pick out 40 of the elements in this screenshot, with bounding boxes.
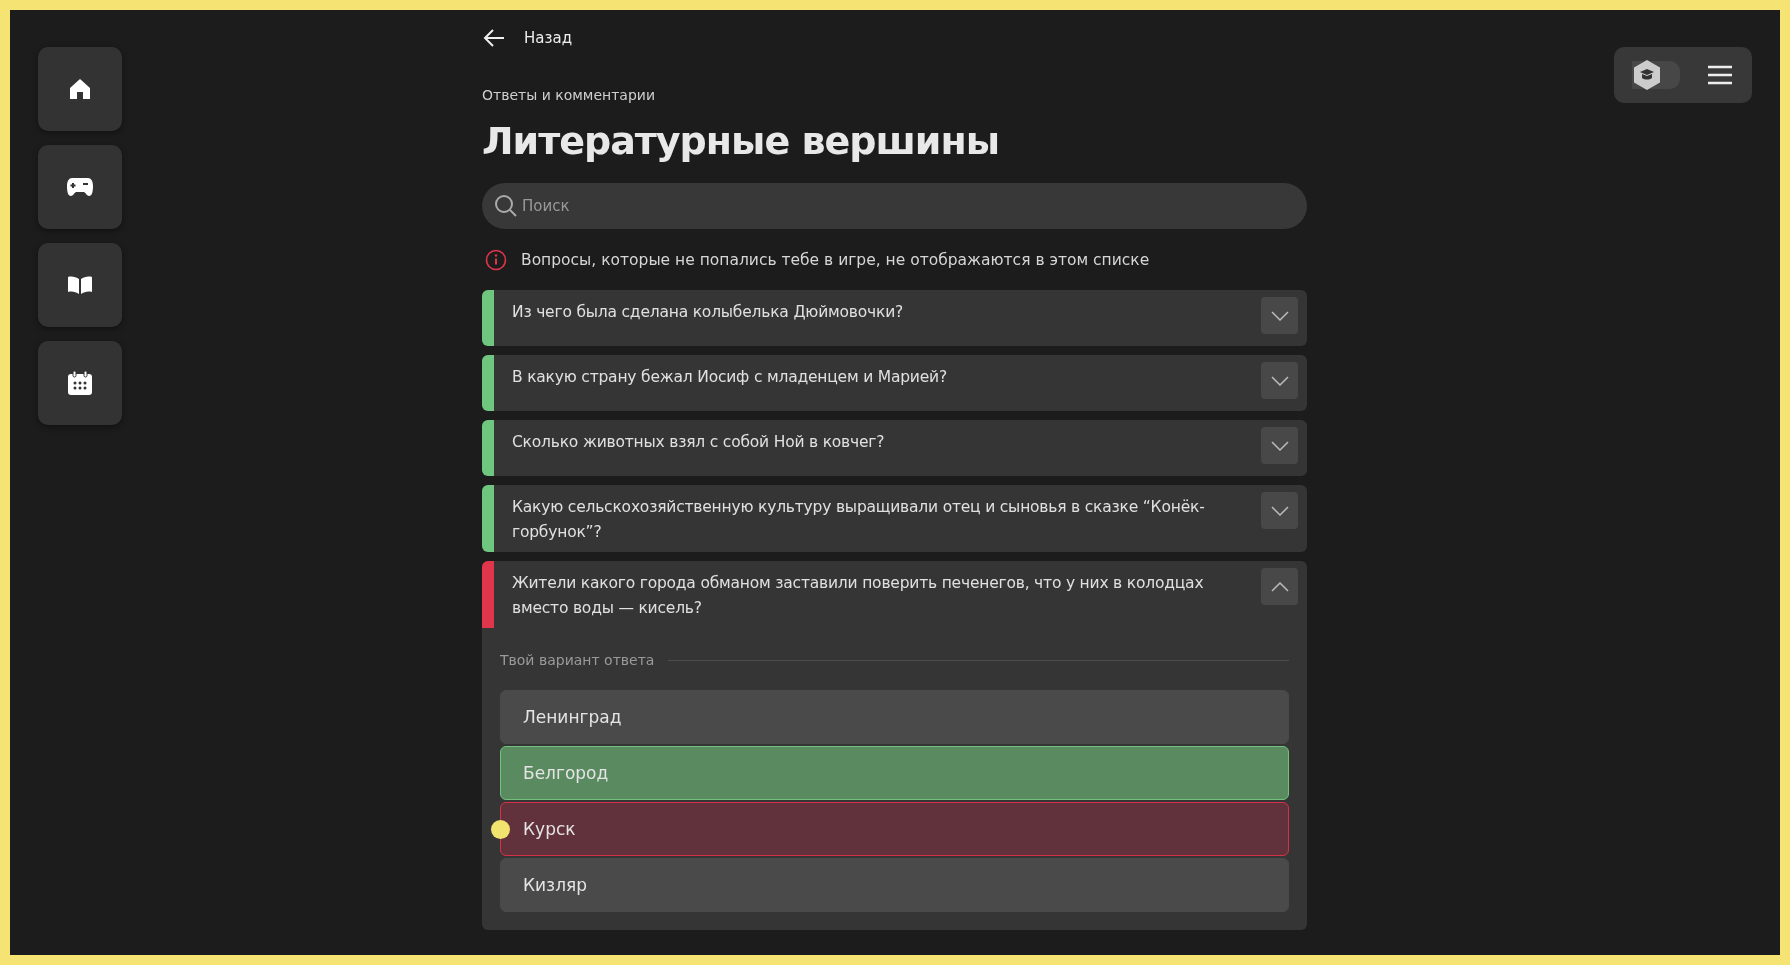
expand-button[interactable] — [1261, 568, 1298, 605]
chevron-up-icon — [1270, 581, 1289, 592]
info-icon — [485, 249, 507, 271]
calendar-icon — [67, 370, 93, 396]
answer-option: Кизляр — [500, 858, 1289, 912]
nav-button[interactable] — [38, 243, 122, 327]
mode-toggle[interactable] — [1632, 61, 1680, 89]
answer-option: Ленинград — [500, 690, 1289, 744]
chevron-down-icon — [1270, 440, 1289, 451]
chevron-down-icon — [1270, 505, 1289, 516]
search-field[interactable]: Поиск — [482, 183, 1307, 229]
question-text: Жители какого города обманом заставили поверить печенегов, что у них в колодцах вместо воды — кисель? — [512, 573, 1205, 619]
menu-button[interactable] — [1708, 65, 1732, 85]
book-icon — [66, 274, 94, 296]
notice-text: Вопросы, которые не попались тебе в игре, не отображаются в этом списке — [521, 251, 1150, 269]
search-icon — [494, 194, 518, 218]
graduation-cap-icon — [1632, 59, 1662, 91]
page-title: Литературные вершины — [482, 119, 1001, 163]
nav-button[interactable] — [38, 145, 122, 229]
menu-icon — [1708, 65, 1732, 85]
question-text: Сколько животных взял с собой Ной в ковчег? — [512, 432, 886, 453]
nav-button[interactable] — [38, 341, 122, 425]
answers-label: Твой вариант ответа — [500, 652, 655, 668]
expand-button[interactable] — [1261, 492, 1298, 529]
expand-button[interactable] — [1261, 362, 1298, 399]
question-text: Какую сельскохозяйственную культуру выращивали отец и сыновья в сказке “Конёк-горбунок”? — [512, 497, 1206, 543]
chevron-down-icon — [1270, 375, 1289, 386]
answer-option: Белгород — [500, 746, 1289, 800]
answer-option: Курск — [500, 802, 1289, 856]
question-text: В какую страну бежал Иосиф с младенцем и Марией? — [512, 367, 948, 388]
expand-button[interactable] — [1261, 297, 1298, 334]
question-text: Из чего была сделана колыбелька Дюймовочки? — [512, 302, 905, 323]
back-arrow-icon — [482, 28, 506, 48]
breadcrumb: Ответы и комментарии — [482, 87, 656, 103]
nav-button[interactable] — [38, 47, 122, 131]
back-button[interactable]: Назад — [482, 26, 572, 50]
chevron-down-icon — [1270, 310, 1289, 321]
home-icon — [68, 77, 92, 101]
gamepad-icon — [66, 176, 94, 198]
expand-button[interactable] — [1261, 427, 1298, 464]
